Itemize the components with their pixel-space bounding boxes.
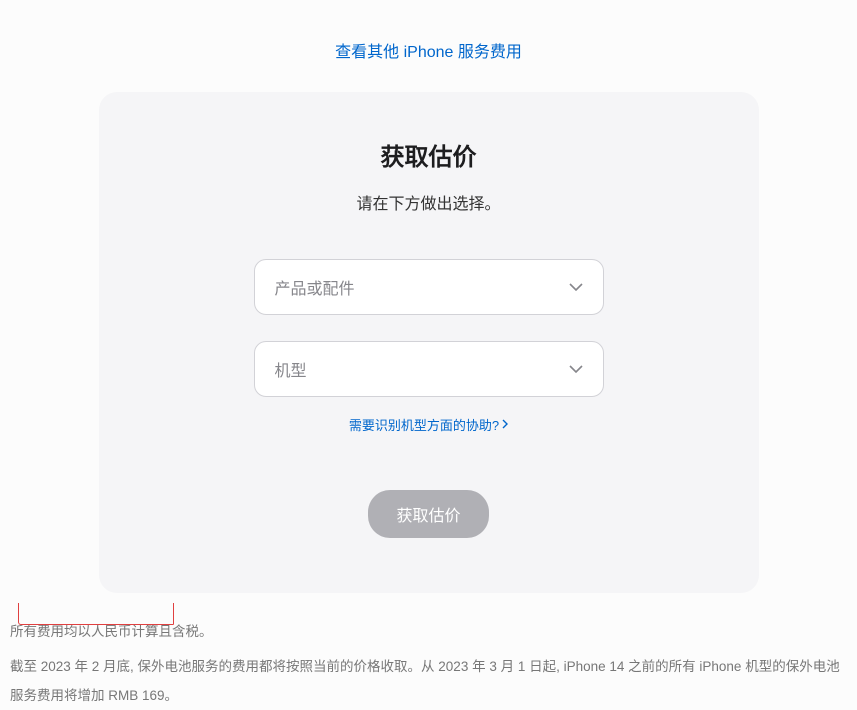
- card-title: 获取估价: [149, 137, 709, 172]
- footer-line-1: 所有费用均以人民币计算且含税。: [10, 617, 847, 646]
- footer-text: 所有费用均以人民币计算且含税。 截至 2023 年 2 月底, 保外电池服务的费…: [0, 593, 857, 710]
- product-select-placeholder: 产品或配件: [275, 275, 355, 299]
- identify-model-help-link[interactable]: 需要识别机型方面的协助?: [349, 415, 508, 434]
- model-select-wrapper: 机型: [254, 341, 604, 397]
- model-select-placeholder: 机型: [275, 357, 307, 381]
- chevron-down-icon: [569, 278, 583, 296]
- card-subtitle: 请在下方做出选择。: [149, 190, 709, 214]
- top-link-wrapper: 查看其他 iPhone 服务费用: [0, 0, 857, 92]
- product-select-wrapper: 产品或配件: [254, 259, 604, 315]
- footer-line-2: 截至 2023 年 2 月底, 保外电池服务的费用都将按照当前的价格收取。从 2…: [10, 652, 847, 710]
- chevron-right-icon: [502, 417, 508, 432]
- chevron-down-icon: [569, 360, 583, 378]
- product-select[interactable]: 产品或配件: [254, 259, 604, 315]
- estimate-card: 获取估价 请在下方做出选择。 产品或配件 机型: [99, 92, 759, 593]
- get-estimate-button[interactable]: 获取估价: [368, 490, 488, 538]
- other-services-link[interactable]: 查看其他 iPhone 服务费用: [335, 44, 522, 61]
- help-link-label: 需要识别机型方面的协助?: [349, 415, 499, 434]
- model-select[interactable]: 机型: [254, 341, 604, 397]
- help-link-wrapper: 需要识别机型方面的协助?: [149, 415, 709, 435]
